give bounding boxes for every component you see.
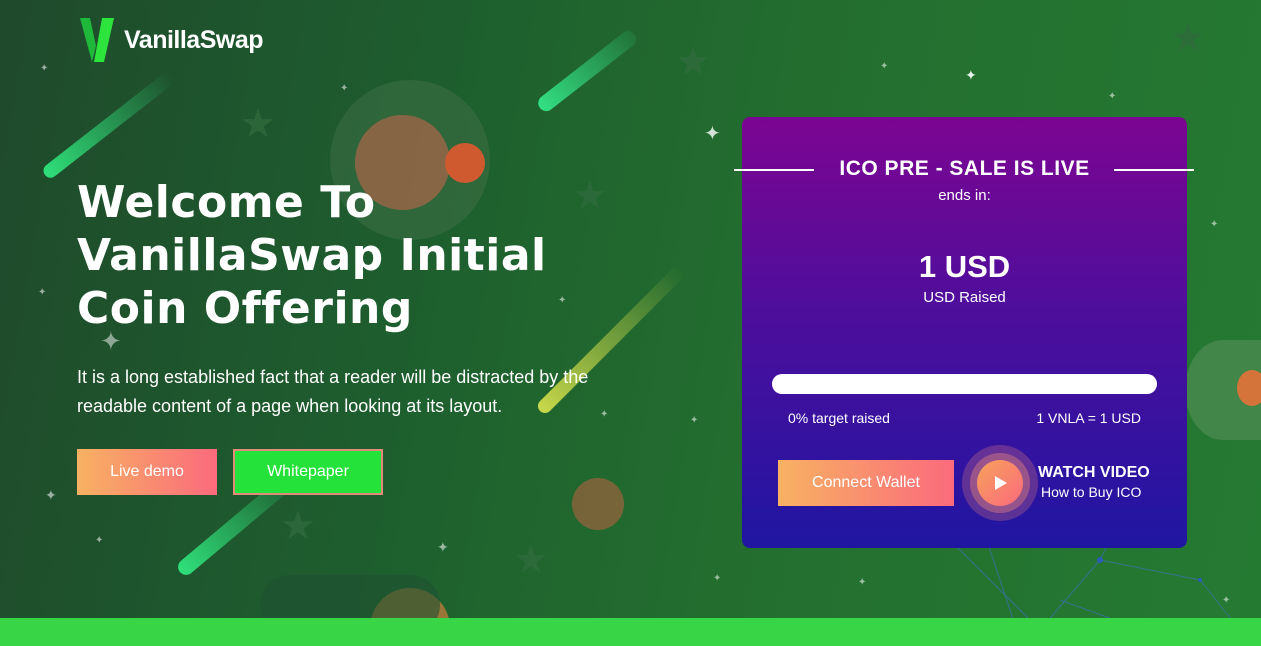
planet-shape [572, 478, 624, 530]
star-decoration: ✦ [858, 577, 867, 588]
star-decoration: ★ [675, 40, 711, 84]
bottom-section-edge [0, 618, 1261, 646]
live-demo-button[interactable]: Live demo [77, 449, 217, 495]
star-decoration: ✦ [340, 83, 349, 94]
star-decoration: ★ [240, 102, 276, 146]
ico-presale-card: ICO PRE - SALE IS LIVE ends in: 1 USD US… [734, 117, 1194, 548]
star-decoration: ✦ [690, 415, 699, 426]
raised-label: USD Raised [923, 289, 1006, 306]
star-decoration: ✦ [40, 63, 49, 74]
star-decoration: ✦ [1210, 219, 1219, 230]
hero-title: Welcome To VanillaSwap Initial Coin Offe… [77, 177, 547, 334]
planet-shape [1237, 370, 1261, 406]
ico-card-title: ICO PRE - SALE IS LIVE [839, 157, 1090, 180]
raised-amount: 1 USD [918, 249, 1011, 284]
star-decoration: ✦ [713, 573, 722, 584]
star-decoration: ✦ [45, 487, 57, 503]
meteor-streak [535, 27, 640, 115]
play-button [977, 460, 1023, 506]
connect-wallet-button[interactable]: Connect Wallet [778, 460, 954, 506]
star-decoration: ✦ [437, 539, 449, 555]
play-ring [970, 453, 1030, 513]
star-decoration: ✦ [880, 61, 889, 72]
hero-description: It is a long established fact that a rea… [77, 367, 589, 416]
star-decoration: ★ [513, 538, 549, 582]
target-raised-text: 0% target raised [788, 410, 890, 426]
star-decoration: ✦ [704, 123, 721, 145]
star-decoration: ★ [280, 504, 316, 548]
star-decoration: ✦ [95, 535, 104, 546]
target-progress-bar [772, 374, 1157, 394]
exchange-rate-text: 1 VNLA = 1 USD [1036, 410, 1141, 426]
play-icon [995, 476, 1007, 490]
ends-in-label: ends in: [938, 187, 991, 204]
star-decoration: ★ [1170, 16, 1206, 60]
star-decoration: ✦ [38, 287, 47, 298]
v-logo-icon [80, 18, 114, 62]
watch-video-subtitle[interactable]: How to Buy ICO [1041, 484, 1141, 500]
watch-video-title[interactable]: WATCH VIDEO [1038, 464, 1150, 482]
star-decoration: ✦ [1108, 91, 1117, 102]
watch-video-button[interactable] [962, 445, 1038, 521]
star-decoration: ✦ [965, 67, 977, 83]
meteor-streak [40, 70, 176, 181]
brand-logo[interactable]: VanillaSwap [80, 18, 264, 62]
whitepaper-button[interactable]: Whitepaper [233, 449, 383, 495]
brand-name: VanillaSwap [124, 25, 264, 54]
